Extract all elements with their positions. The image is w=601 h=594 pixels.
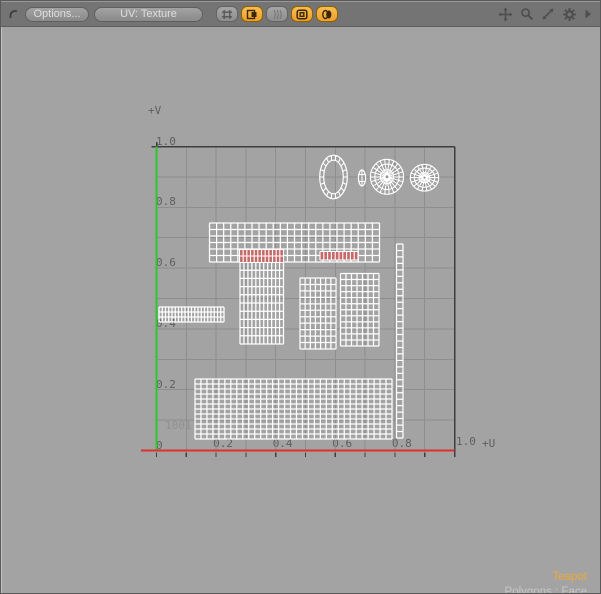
inset-square-icon[interactable] [291, 6, 313, 22]
display-toggles [216, 6, 338, 22]
uv-canvas[interactable] [2, 27, 601, 594]
uv-editor-window: Options... UV: Texture [0, 0, 601, 594]
uv-viewport[interactable]: +V +U 1.0 1001 1.00.80.60.40.200.20.40.6… [1, 27, 600, 594]
uv-mode-button[interactable]: UV: Texture [94, 7, 203, 22]
collapse-panel-icon[interactable] [7, 7, 21, 21]
image-icon[interactable] [241, 6, 263, 22]
view-controls [498, 7, 594, 22]
fit-arrows-icon[interactable] [541, 7, 555, 21]
status-readout: Teapot Polygons : Face GL: 0 [505, 570, 587, 594]
selected-item-label: Teapot [505, 570, 587, 585]
options-button[interactable]: Options... [25, 7, 89, 22]
expand-arrow-icon[interactable] [584, 8, 592, 20]
udim-grid-icon[interactable] [216, 6, 238, 22]
gear-icon[interactable] [562, 7, 577, 22]
pan-icon[interactable] [498, 7, 513, 22]
magnifier-icon[interactable] [520, 7, 534, 21]
uv-toolbar: Options... UV: Texture [1, 1, 600, 27]
distortion-icon[interactable] [266, 6, 288, 22]
overlap-shells-icon[interactable] [316, 6, 338, 22]
selection-mode-label: Polygons : Face [505, 585, 587, 594]
